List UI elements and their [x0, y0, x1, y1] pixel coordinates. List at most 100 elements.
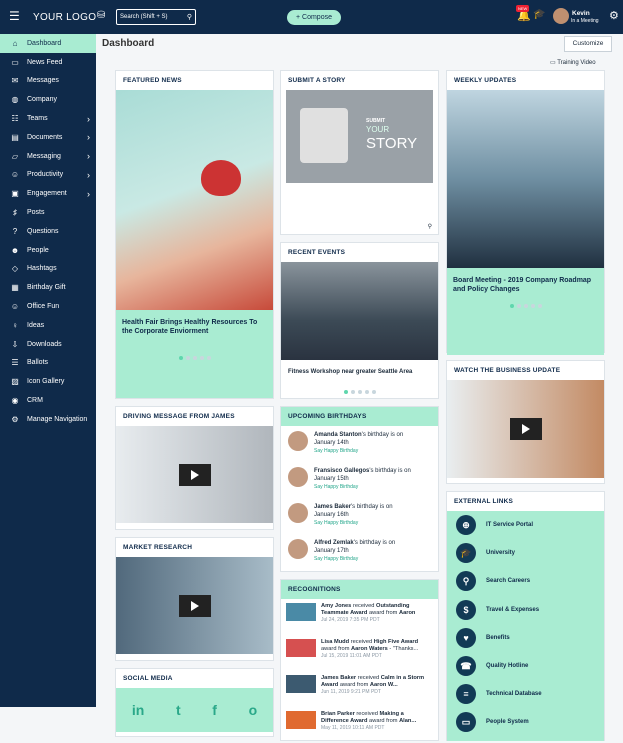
external-link-label[interactable]: People System: [486, 719, 529, 725]
search-input[interactable]: Search (Shift + S): [120, 14, 168, 20]
user-name[interactable]: Kevin: [572, 10, 590, 17]
layers-icon[interactable]: ⛁: [97, 10, 105, 21]
submit-story-image[interactable]: SUBMIT YOUR STORY: [286, 90, 433, 183]
award-badge[interactable]: [286, 711, 316, 729]
facebook-icon[interactable]: f: [212, 702, 217, 718]
person-name[interactable]: James Baker: [314, 504, 351, 510]
person-name[interactable]: Amanda Stanton: [314, 432, 362, 438]
chevron-right-icon[interactable]: ›: [87, 132, 90, 142]
sidebar-item-news-feed[interactable]: ▭ News Feed: [0, 53, 96, 72]
logo[interactable]: YOUR LOGO: [33, 12, 96, 23]
avatar[interactable]: [288, 539, 308, 559]
video-thumbnail[interactable]: [447, 380, 604, 478]
event-caption[interactable]: Fitness Workshop near greater Seattle Ar…: [281, 360, 438, 384]
external-link[interactable]: ☎ Quality Hotline: [447, 652, 604, 680]
customize-button[interactable]: Customize: [564, 36, 612, 52]
recipient-name[interactable]: Lisa Mudd: [321, 639, 349, 645]
avatar[interactable]: [288, 503, 308, 523]
sidebar-item-questions[interactable]: ? Questions: [0, 222, 96, 241]
zoom-icon[interactable]: ⚲: [428, 223, 432, 230]
sidebar-item-messaging[interactable]: ▱ Messaging ›: [0, 147, 96, 166]
award-badge[interactable]: [286, 603, 316, 621]
external-link[interactable]: ≡ Technical Database: [447, 680, 604, 708]
search-icon[interactable]: ⚲: [187, 13, 192, 21]
weekly-image[interactable]: [447, 90, 604, 268]
say-happy-birthday-link[interactable]: Say Happy Birthday: [314, 556, 358, 562]
sidebar-item-messages[interactable]: ✉ Messages: [0, 72, 96, 91]
featured-caption[interactable]: Health Fair Brings Healthy Resources To …: [122, 318, 267, 336]
play-button[interactable]: [178, 594, 211, 617]
sidebar-item-downloads[interactable]: ⇩ Downloads: [0, 335, 96, 354]
sidebar-item-hashtags[interactable]: ◇ Hashtags: [0, 260, 96, 279]
external-link[interactable]: ▭ People System: [447, 708, 604, 736]
sidebar-item-manage-navigation[interactable]: ⚙ Manage Navigation: [0, 410, 96, 429]
giver-name[interactable]: Aaron Waters: [351, 646, 388, 652]
external-link[interactable]: ♥ Benefits: [447, 624, 604, 652]
external-link-label[interactable]: IT Service Portal: [486, 522, 533, 528]
featured-image[interactable]: [116, 90, 273, 310]
person-name[interactable]: Fransisco Gallegos: [314, 468, 369, 474]
external-link[interactable]: ⊕ IT Service Portal: [447, 511, 604, 539]
compose-button[interactable]: + Compose: [287, 10, 341, 25]
external-link[interactable]: ⚲ Search Careers: [447, 567, 604, 595]
say-happy-birthday-link[interactable]: Say Happy Birthday: [314, 520, 358, 526]
training-video-link[interactable]: ▭ Training Video: [550, 59, 596, 66]
sidebar-item-ballots[interactable]: ☰ Ballots: [0, 354, 96, 373]
sidebar-item-teams[interactable]: ☷ Teams ›: [0, 109, 96, 128]
external-link-label[interactable]: Technical Database: [486, 691, 542, 697]
avatar[interactable]: [288, 467, 308, 487]
sidebar-item-posts[interactable]: ♯ Posts: [0, 203, 96, 222]
sidebar-item-icon-gallery[interactable]: ▨ Icon Gallery: [0, 372, 96, 391]
carousel-dots[interactable]: [281, 390, 438, 394]
event-image[interactable]: [281, 262, 438, 360]
sidebar-item-crm[interactable]: ◉ CRM: [0, 391, 96, 410]
external-link[interactable]: $ Travel & Expenses: [447, 596, 604, 624]
recipient-name[interactable]: Brian Parker: [321, 711, 355, 717]
external-link-label[interactable]: Search Careers: [486, 578, 530, 584]
avatar[interactable]: [553, 8, 569, 24]
say-happy-birthday-link[interactable]: Say Happy Birthday: [314, 484, 358, 490]
play-button[interactable]: [178, 463, 211, 486]
recipient-name[interactable]: James Baker: [321, 675, 356, 681]
sidebar-item-dashboard[interactable]: ⌂ Dashboard: [0, 34, 96, 53]
sidebar-item-engagement[interactable]: ▣ Engagement ›: [0, 184, 96, 203]
twitter-icon[interactable]: t: [176, 702, 181, 718]
gear-icon[interactable]: ⚙: [609, 9, 619, 22]
external-link-label[interactable]: Travel & Expenses: [486, 607, 539, 613]
sidebar-item-productivity[interactable]: ☺ Productivity ›: [0, 166, 96, 185]
chevron-right-icon[interactable]: ›: [87, 189, 90, 199]
instagram-icon[interactable]: o: [249, 702, 258, 718]
external-link-label[interactable]: University: [486, 550, 515, 556]
sidebar-item-documents[interactable]: ▤ Documents ›: [0, 128, 96, 147]
sidebar-item-office-fun[interactable]: ☺ Office Fun: [0, 297, 96, 316]
external-link[interactable]: 🎓 University: [447, 539, 604, 567]
search-box[interactable]: Search (Shift + S) ⚲: [116, 9, 196, 25]
weekly-caption[interactable]: Board Meeting - 2019 Company Roadmap and…: [453, 276, 598, 294]
recipient-name[interactable]: Amy Jones: [321, 603, 351, 609]
sidebar-item-company[interactable]: ◍ Company: [0, 90, 96, 109]
say-happy-birthday-link[interactable]: Say Happy Birthday: [314, 448, 358, 454]
giver-name[interactable]: Alan...: [399, 718, 416, 724]
chevron-right-icon[interactable]: ›: [87, 151, 90, 161]
external-link-label[interactable]: Benefits: [486, 635, 510, 641]
giver-name[interactable]: Aaron: [399, 610, 415, 616]
play-button[interactable]: [509, 418, 542, 440]
avatar[interactable]: [288, 431, 308, 451]
linkedin-icon[interactable]: in: [132, 702, 144, 718]
graduation-cap-icon[interactable]: 🎓: [533, 9, 545, 20]
sidebar-item-birthday-gift[interactable]: ▦ Birthday Gift: [0, 278, 96, 297]
chevron-right-icon[interactable]: ›: [87, 170, 90, 180]
giver-name[interactable]: Aaron W...: [370, 682, 398, 688]
menu-icon[interactable]: ☰: [9, 10, 21, 22]
award-badge[interactable]: [286, 675, 316, 693]
sidebar-item-ideas[interactable]: ♀ Ideas: [0, 316, 96, 335]
carousel-dots[interactable]: [453, 304, 598, 308]
person-name[interactable]: Alfred Zemlak: [314, 540, 354, 546]
carousel-dots[interactable]: [122, 356, 267, 360]
sidebar-item-people[interactable]: ☻ People: [0, 241, 96, 260]
award-badge[interactable]: [286, 639, 316, 657]
external-link-label[interactable]: Quality Hotline: [486, 663, 528, 669]
video-thumbnail[interactable]: [116, 557, 273, 654]
chevron-right-icon[interactable]: ›: [87, 114, 90, 124]
video-thumbnail[interactable]: [116, 426, 273, 523]
